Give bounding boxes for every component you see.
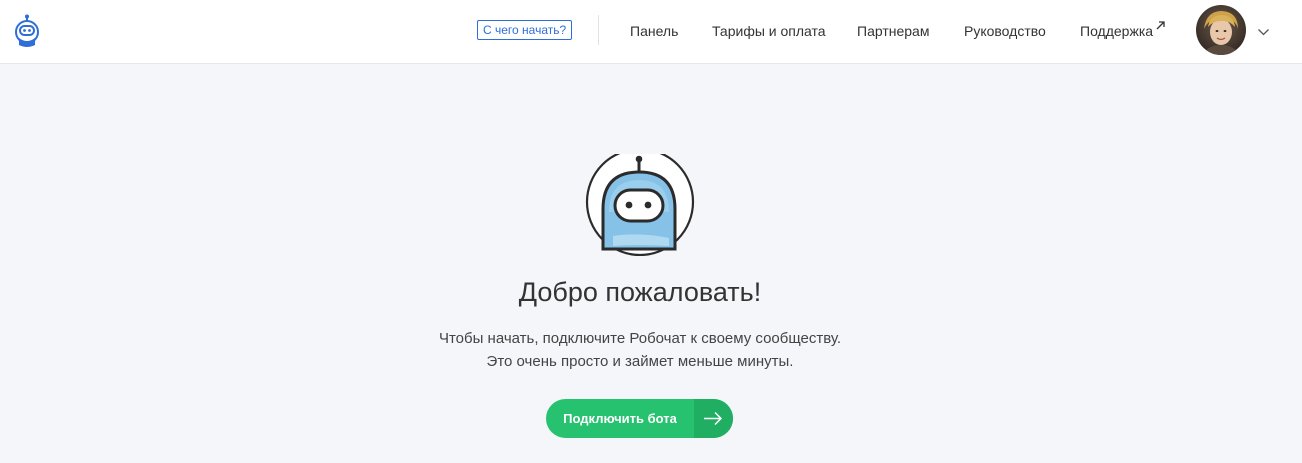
user-avatar[interactable] — [1196, 5, 1246, 55]
top-navigation-bar: С чего начать? Панель Тарифы и оплата Па… — [0, 0, 1302, 64]
connect-bot-button-label: Подключить бота — [563, 411, 677, 426]
nav-item-support[interactable]: Поддержка — [1080, 21, 1165, 40]
nav-item-guide[interactable]: Руководство — [964, 22, 1046, 40]
welcome-description-line1: Чтобы начать, подключите Робочат к своем… — [438, 330, 842, 347]
arrow-right-icon — [694, 399, 733, 438]
chevron-down-icon[interactable] — [1257, 24, 1270, 36]
nav-divider — [598, 15, 599, 45]
nav-item-partners[interactable]: Партнерам — [857, 22, 929, 40]
external-link-icon — [1156, 16, 1165, 30]
getting-started-link[interactable]: С чего начать? — [477, 20, 573, 40]
connect-bot-button[interactable]: Подключить бота — [546, 399, 733, 438]
welcome-description-line2: Это очень просто и займет меньше минуты. — [486, 353, 794, 370]
nav-item-support-label: Поддержка — [1080, 23, 1154, 39]
nav-item-panel[interactable]: Панель — [630, 22, 678, 40]
nav-item-tariffs[interactable]: Тарифы и оплата — [712, 22, 826, 40]
welcome-title: Добро пожаловать! — [518, 277, 762, 307]
robot-illustration — [585, 147, 695, 257]
robot-logo-icon[interactable] — [14, 14, 40, 50]
